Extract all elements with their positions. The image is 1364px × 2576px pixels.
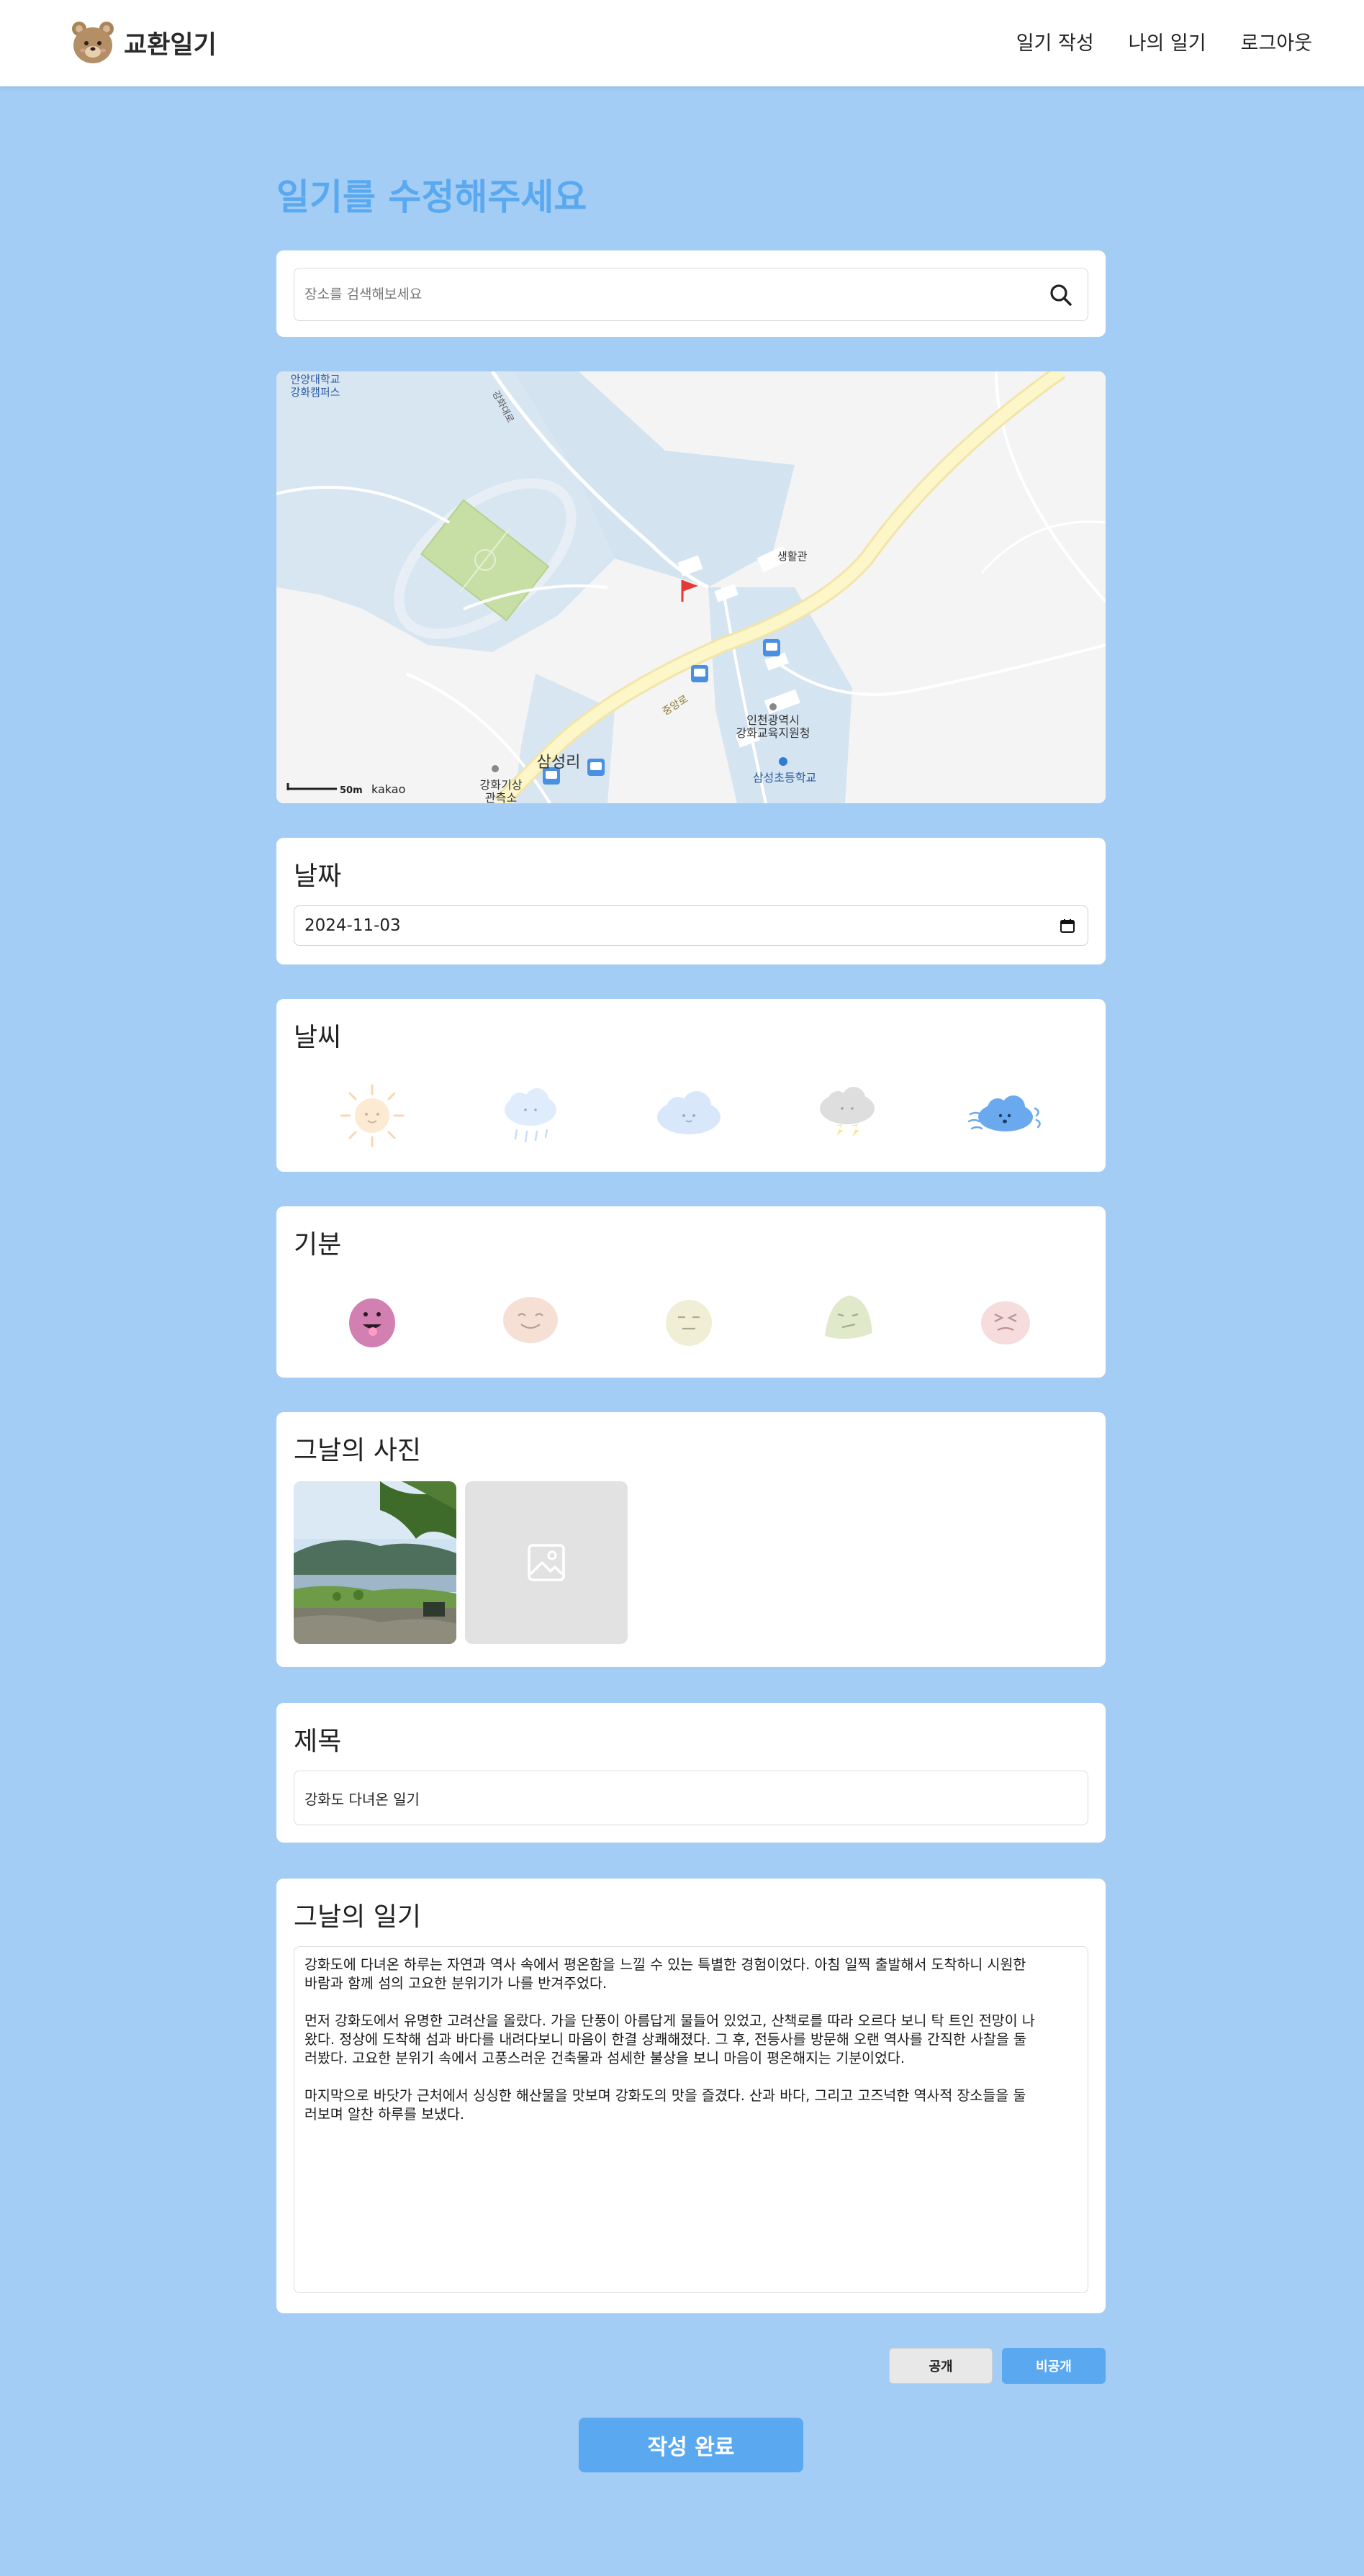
search-icon[interactable] xyxy=(1047,281,1075,309)
private-button[interactable]: 비공개 xyxy=(1002,2348,1106,2384)
submit-button[interactable]: 작성 완료 xyxy=(579,2418,803,2472)
diary-textarea[interactable]: 강화도에 다녀온 하루는 자연과 역사 속에서 평온함을 느낄 수 있는 특별한… xyxy=(294,1946,1088,2293)
excited-face-icon[interactable] xyxy=(333,1285,412,1357)
diary-label: 그날의 일기 xyxy=(294,1902,422,1932)
date-value: 2024-11-03 xyxy=(304,916,401,935)
svg-text:삼성초등학교: 삼성초등학교 xyxy=(753,771,816,785)
title-input[interactable]: 강화도 다녀온 일기 xyxy=(294,1771,1088,1825)
wind-cloud-icon[interactable] xyxy=(966,1080,1045,1152)
diary-card: 그날의 일기 강화도에 다녀온 하루는 자연과 역사 속에서 평온함을 느낄 수… xyxy=(276,1879,1106,2313)
svg-text:강화교육지원청: 강화교육지원청 xyxy=(736,726,810,740)
mood-label: 기분 xyxy=(294,1230,342,1260)
main-nav: 일기 작성 나의 일기 로그아웃 xyxy=(1016,27,1312,55)
svg-text:강화캠퍼스: 강화캠퍼스 xyxy=(290,386,340,399)
photo-card: 그날의 사진 xyxy=(276,1412,1106,1667)
weather-label: 날씨 xyxy=(294,1023,342,1052)
weather-card: 날씨 xyxy=(276,999,1106,1172)
svg-text:관측소: 관측소 xyxy=(485,791,517,803)
brand-name: 교환일기 xyxy=(124,30,217,60)
date-input[interactable]: 2024-11-03 xyxy=(294,905,1088,946)
nav-logout[interactable]: 로그아웃 xyxy=(1241,27,1312,55)
date-card: 날짜 2024-11-03 xyxy=(276,838,1106,964)
rain-cloud-icon[interactable] xyxy=(491,1080,570,1152)
place-search-box xyxy=(294,268,1088,321)
nav-my-diary[interactable]: 나의 일기 xyxy=(1129,27,1206,55)
sun-icon[interactable] xyxy=(333,1080,412,1152)
mood-card: 기분 xyxy=(276,1206,1106,1378)
calendar-icon[interactable] xyxy=(1059,917,1076,934)
svg-text:안양대학교: 안양대학교 xyxy=(290,373,340,386)
happy-face-icon[interactable] xyxy=(491,1285,570,1357)
date-label: 날짜 xyxy=(294,862,342,891)
meh-face-icon[interactable] xyxy=(808,1285,887,1357)
add-photo-button[interactable] xyxy=(465,1481,628,1644)
place-search-card xyxy=(276,250,1106,337)
cloud-icon[interactable] xyxy=(649,1080,728,1152)
title-card: 제목 강화도 다녀온 일기 xyxy=(276,1703,1106,1843)
bear-logo-icon xyxy=(69,19,117,66)
uploaded-photo[interactable] xyxy=(294,1481,456,1644)
svg-text:kakao: kakao xyxy=(371,782,405,796)
page-title: 일기를 수정해주세요 xyxy=(276,176,587,218)
nav-write-diary[interactable]: 일기 작성 xyxy=(1016,27,1094,55)
brand-logo[interactable]: 교환일기 xyxy=(69,19,217,66)
svg-text:강화기상: 강화기상 xyxy=(480,778,523,792)
neutral-face-icon[interactable] xyxy=(649,1285,728,1357)
angry-face-icon[interactable] xyxy=(966,1285,1045,1357)
top-header: 교환일기 일기 작성 나의 일기 로그아웃 xyxy=(0,0,1364,86)
image-placeholder-icon xyxy=(528,1544,565,1581)
svg-text:삼성리: 삼성리 xyxy=(537,754,581,772)
svg-text:인천광역시: 인천광역시 xyxy=(746,713,800,727)
title-label: 제목 xyxy=(294,1727,342,1756)
svg-text:50m: 50m xyxy=(340,785,363,796)
public-button[interactable]: 공개 xyxy=(889,2348,993,2384)
photo-label: 그날의 사진 xyxy=(294,1436,422,1465)
place-search-input[interactable] xyxy=(294,268,1036,320)
thunder-cloud-icon[interactable] xyxy=(808,1080,887,1152)
svg-text:생활관: 생활관 xyxy=(777,550,808,563)
location-map[interactable]: 안양대학교 강화캠퍼스 생활관 인천광역시 강화교육지원청 삼성초등학교 삼성리… xyxy=(276,371,1106,803)
